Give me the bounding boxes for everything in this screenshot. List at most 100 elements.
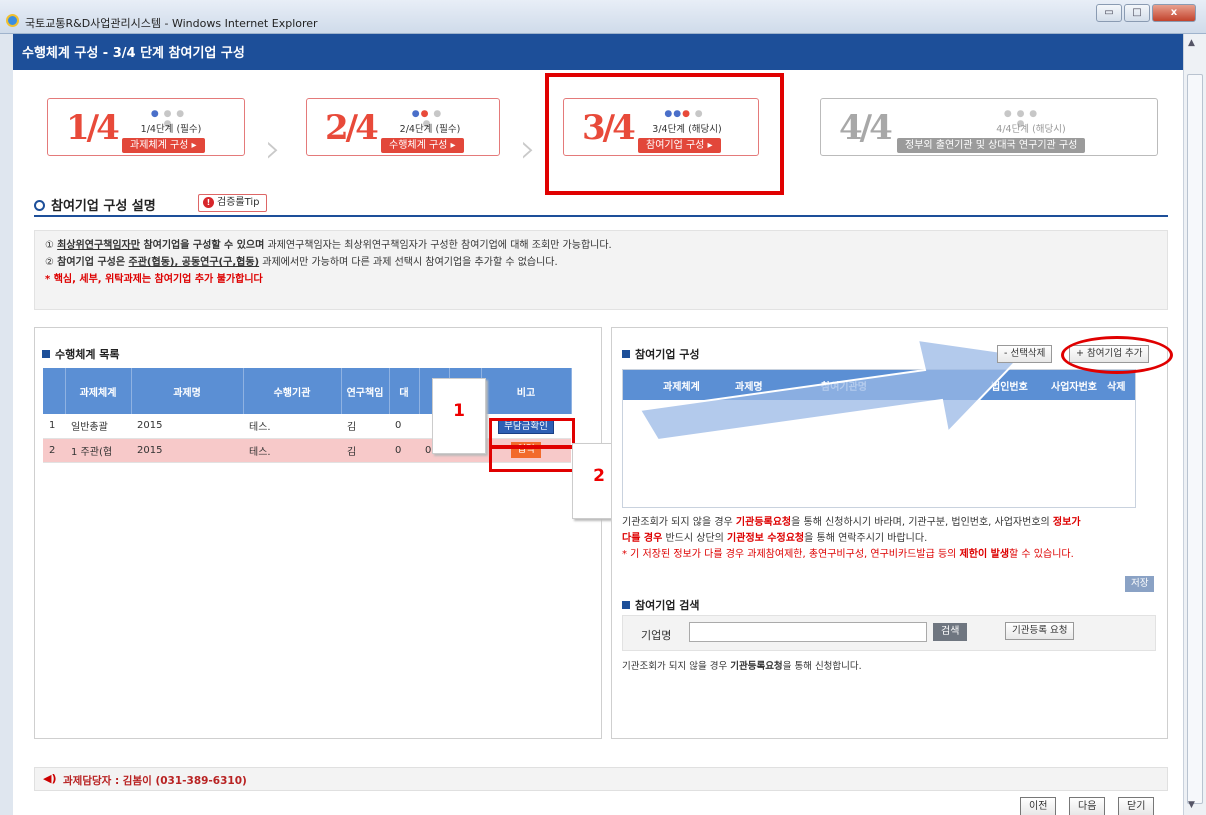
warn-line-1: 기관조회가 되지 않을 경우 기관등록요청을 통해 신청하시기 바라며, 기관구… <box>622 515 1162 531</box>
step-4-button[interactable]: 정부외 출연기관 및 상대국 연구기관 구성 <box>897 138 1086 153</box>
tip-label: 검증룰Tip <box>217 197 260 208</box>
warn-text: * 기 저장된 정보가 다를 경우 과제참여제한, 총연구비구성, 연구비카드발… <box>622 549 960 560</box>
square-bullet-icon <box>42 350 50 358</box>
section-heading: 참여기업 구성 설명 <box>34 195 156 214</box>
note-prefix: ② <box>45 257 58 268</box>
warn-text: 을 통해 연락주시기 바랍니다. <box>804 533 928 544</box>
delete-selected-button[interactable]: - 선택삭제 <box>997 345 1053 363</box>
prev-button[interactable]: 이전 <box>1020 797 1057 815</box>
vertical-scrollbar[interactable]: ▲ ▼ <box>1183 34 1206 815</box>
warn-emphasis: 제한이 발생 <box>959 549 1010 560</box>
step-number: 4/4 <box>839 108 893 148</box>
participant-search-box: 기업명 검색 기관등록 요청 <box>622 615 1156 651</box>
participant-table-header: 과제체계 과제명 참여기관명 법인번호 사업자번호 삭제 <box>623 370 1135 400</box>
warn-emphasis: 정보가 <box>1052 517 1081 528</box>
warn-line-2: 다를 경우 반드시 상단의 기관정보 수정요청을 통해 연락주시기 바랍니다. <box>622 531 1162 547</box>
square-bullet-icon <box>622 601 630 609</box>
row-type: 1 주관(협 <box>65 438 131 463</box>
close-button[interactable]: 닫기 <box>1118 797 1155 815</box>
step-1[interactable]: 1/4 ● ● ● ● 1/4단계 (필수) 과제체계 구성 ▸ <box>47 98 245 156</box>
col-lead: 연구책임 <box>341 368 390 414</box>
col-no <box>43 368 66 414</box>
row-v1: 0 <box>389 438 419 463</box>
warn-text: 반드시 상단의 <box>662 533 728 544</box>
col-name: 과제명 <box>735 382 763 393</box>
search-panel-title: 참여기업 검색 <box>622 597 700 613</box>
note-text: 과제연구책임자는 최상위연구책임자가 구성한 참여기업에 대해 조회만 가능합니… <box>264 240 612 251</box>
warn-line-3: * 기 저장된 정보가 다를 경우 과제참여제한, 총연구비구성, 연구비카드발… <box>622 547 1162 563</box>
confirm-highlight <box>489 418 575 448</box>
warn-emphasis: 기관등록요청 <box>735 517 792 528</box>
scroll-up-icon[interactable]: ▲ <box>1188 38 1195 48</box>
row-type: 일반총괄 <box>65 414 131 439</box>
table-header-row: 과제체계 과제명 수행기관 연구책임 대 비고 <box>43 368 572 414</box>
contact-text: 과제담당자 : 김봄이 (031-389-6310) <box>63 775 247 787</box>
col-biz-no: 사업자번호 <box>1051 382 1097 393</box>
row-lead: 김 <box>341 438 389 463</box>
square-bullet-icon <box>622 350 630 358</box>
step-label: 4/4단계 (해당시) <box>996 124 1066 135</box>
window-titlebar: 국토교통R&D사업관리시스템 - Windows Internet Explor… <box>0 0 1206 34</box>
col-v1: 대 <box>389 368 420 414</box>
row-name: 2015 <box>131 414 243 439</box>
contact-footer: ◀) 과제담당자 : 김봄이 (031-389-6310) <box>34 767 1168 791</box>
next-button[interactable]: 다음 <box>1069 797 1106 815</box>
search-hint: 기관조회가 되지 않을 경우 기관등록요청을 통해 신청합니다. <box>622 658 862 672</box>
window-title: 국토교통R&D사업관리시스템 - Windows Internet Explor… <box>25 17 318 30</box>
page-header: 수행체계 구성 - 3/4 단계 참여기업 구성 <box>13 34 1183 70</box>
scrollbar-thumb[interactable] <box>1187 74 1203 804</box>
input-highlight <box>489 446 575 472</box>
search-panel-title-text: 참여기업 검색 <box>635 599 700 612</box>
col-type: 과제체계 <box>65 368 132 414</box>
left-panel-title: 수행체계 목록 <box>42 346 120 362</box>
speaker-icon: ◀) <box>43 772 57 785</box>
step-2[interactable]: 2/4 ●● ● ● 2/4단계 (필수) 수행체계 구성 ▸ <box>306 98 500 156</box>
step-1-button[interactable]: 과제체계 구성 ▸ <box>122 138 205 153</box>
close-window-button[interactable]: x <box>1152 4 1196 22</box>
step-2-button[interactable]: 수행체계 구성 ▸ <box>381 138 464 153</box>
company-name-input[interactable] <box>689 622 927 642</box>
step-label: 1/4단계 (필수) <box>140 124 202 135</box>
save-button[interactable]: 저장 <box>1125 576 1155 592</box>
minimize-button[interactable]: ▭ <box>1096 4 1122 22</box>
scroll-down-icon[interactable]: ▼ <box>1188 800 1195 810</box>
ie-logo-icon <box>6 14 19 27</box>
circle-icon <box>34 200 45 211</box>
callout-number: 1 <box>453 401 465 421</box>
callout-1: 1 <box>432 378 486 454</box>
left-panel-title-text: 수행체계 목록 <box>55 348 120 361</box>
section-title: 참여기업 구성 설명 <box>51 199 156 214</box>
chevron-right-icon: › <box>265 126 281 172</box>
maximize-button[interactable]: □ <box>1124 4 1150 22</box>
note-bold: 참여기업을 구성할 수 있으며 <box>139 240 265 251</box>
warn-emphasis: 다를 경우 <box>622 533 663 544</box>
notes-box: ① 최상위연구책임자만 참여기업을 구성할 수 있으며 과제연구책임자는 최상위… <box>34 230 1168 310</box>
note-text: 과제에서만 가능하며 다른 과제 선택시 참여기업을 추가할 수 없습니다. <box>259 257 558 268</box>
search-button[interactable]: 검색 <box>933 623 968 641</box>
right-panel-title: 참여기업 구성 <box>622 346 700 362</box>
step-number: 1/4 <box>66 108 120 148</box>
participant-warning: 기관조회가 되지 않을 경우 기관등록요청을 통해 신청하시기 바라며, 기관구… <box>622 515 1162 563</box>
note-prefix: ① <box>45 240 58 251</box>
add-participant-highlight <box>1061 336 1173 374</box>
note-emphasis: 최상위연구책임자만 <box>57 240 140 251</box>
step-4[interactable]: 4/4 ● ● ● ● 4/4단계 (해당시) 정부외 출연기관 및 상대국 연… <box>820 98 1158 156</box>
right-panel-title-text: 참여기업 구성 <box>635 348 700 361</box>
warn-text: 을 통해 신청하시기 바라며, 기관구분, 법인번호, 사업자번호의 <box>791 517 1053 528</box>
step-number: 2/4 <box>325 108 379 148</box>
register-request-button[interactable]: 기관등록 요청 <box>1005 622 1075 640</box>
note-warning: * 핵심, 세부, 위탁과제는 참여기업 추가 불가합니다 <box>45 274 263 285</box>
col-type: 과제체계 <box>663 382 700 393</box>
note-emphasis: 주관(협동), 공동연구(구,협동) <box>128 257 260 268</box>
col-delete: 삭제 <box>1107 382 1126 393</box>
note-line-1: ① 최상위연구책임자만 참여기업을 구성할 수 있으며 과제연구책임자는 최상위… <box>45 237 1157 254</box>
row-name: 2015 <box>131 438 243 463</box>
hint-text: 기관조회가 되지 않을 경우 <box>622 661 731 672</box>
tip-button[interactable]: ! 검증룰Tip <box>198 194 267 212</box>
participant-table: 과제체계 과제명 참여기관명 법인번호 사업자번호 삭제 <box>622 369 1136 508</box>
note-line-2: ② 참여기업 구성은 주관(협동), 공동연구(구,협동) 과제에서만 가능하며… <box>45 254 1157 271</box>
row-org: 테스. <box>243 414 341 439</box>
step-label: 2/4단계 (필수) <box>399 124 461 135</box>
col-org: 수행기관 <box>243 368 342 414</box>
hint-emphasis: 기관등록요청 <box>730 661 783 672</box>
